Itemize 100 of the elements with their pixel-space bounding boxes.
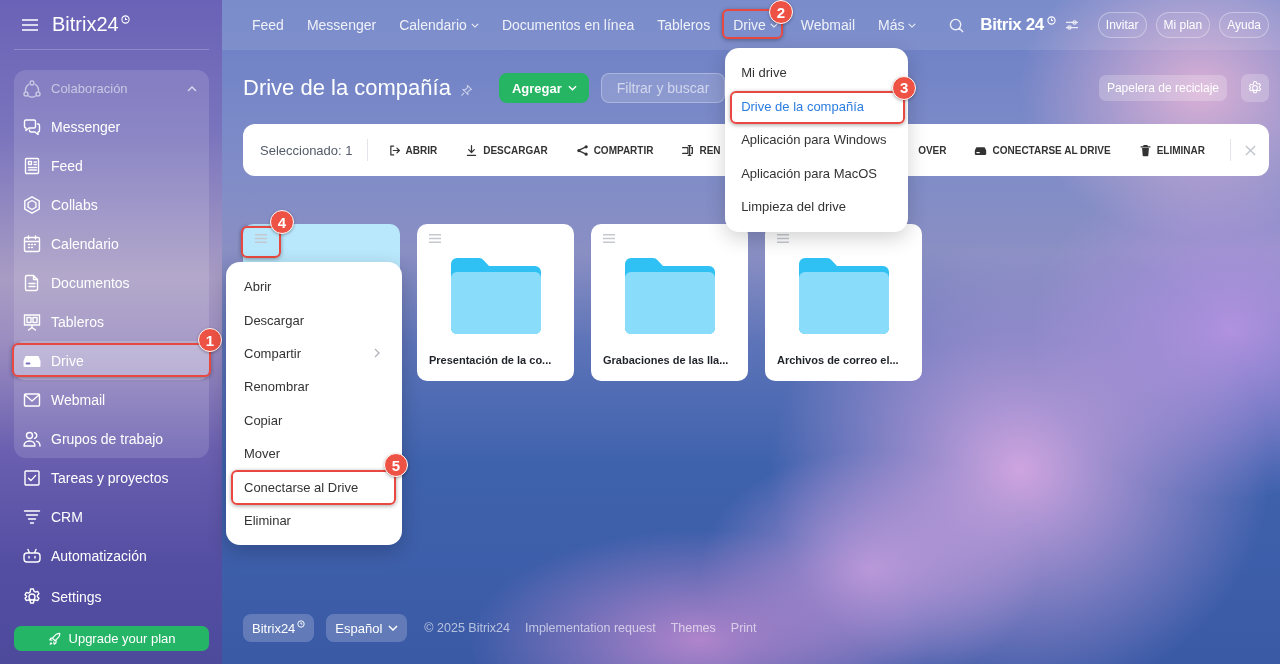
nav-link[interactable]: Tableros (657, 0, 711, 50)
sidebar-item[interactable]: Automatización (14, 536, 209, 575)
page-title: Drive de la compañía (243, 75, 451, 101)
share-icon (575, 143, 589, 157)
logo-button[interactable]: Bitrix24 (243, 614, 315, 642)
menu-icon[interactable] (603, 234, 615, 243)
footer-link[interactable]: Themes (670, 621, 716, 635)
calendar-icon (22, 233, 42, 254)
toolbar-action[interactable]: OVER (918, 144, 947, 156)
toolbar-action[interactable]: REN (681, 143, 721, 157)
rocket-icon (47, 631, 62, 646)
header-button[interactable]: Invitar (1097, 12, 1147, 38)
nav-link[interactable]: Calendario (399, 0, 479, 50)
toolbar-action[interactable]: ELIMINAR (1138, 143, 1205, 157)
gear-icon (1247, 80, 1263, 96)
copyright-text: © 2025 Bitrix24 (424, 621, 510, 635)
chevron-down-icon (470, 22, 479, 28)
selection-count: Seleccionado: 1 (260, 142, 353, 158)
nav-link[interactable]: Webmail (800, 0, 855, 50)
menu-item[interactable]: Mover (226, 436, 285, 471)
folder-icon (798, 258, 889, 334)
nav-link[interactable]: Feed (252, 0, 284, 50)
chevron-down-icon (769, 22, 778, 28)
close-icon[interactable] (1245, 144, 1256, 156)
download-icon (465, 143, 479, 157)
menu-item[interactable]: Compartir (226, 336, 402, 371)
menu-item[interactable]: Conectarse al Drive (226, 470, 363, 504)
folder-name: Presentación de la co... (429, 354, 553, 366)
sidebar-item[interactable]: Tareas y proyectos (14, 458, 209, 497)
pin-icon[interactable] (459, 83, 473, 97)
sliders-icon[interactable] (1064, 19, 1079, 31)
nav-link[interactable]: Más (878, 0, 917, 50)
trash-icon (1138, 143, 1152, 157)
sidebar-item[interactable]: Documentos (14, 263, 209, 302)
header-button[interactable]: Ayuda (1219, 12, 1269, 38)
chevron-down-icon (908, 22, 917, 28)
sidebar-item[interactable]: Collabs (14, 185, 209, 224)
sidebar-item[interactable]: CRM (14, 497, 209, 536)
step-badge: 3 (892, 75, 917, 100)
menu-item[interactable]: Renombrar (226, 370, 314, 404)
step-badge: 4 (270, 210, 294, 234)
hexagon-icon (22, 194, 42, 215)
nav-link[interactable]: Messenger (306, 0, 377, 50)
menu-icon[interactable] (429, 234, 441, 243)
step-badge: 2 (768, 0, 793, 24)
gear-icon (22, 586, 42, 607)
nodes-icon (22, 78, 42, 99)
footer-link[interactable]: Implementation request (525, 621, 656, 635)
step-badge: 1 (198, 328, 222, 352)
folder-icon (450, 258, 541, 334)
toolbar-action[interactable]: ABRIR (387, 143, 438, 157)
logo-text[interactable]: Bitrix 24 (980, 15, 1044, 35)
clock-icon (297, 620, 306, 628)
folder-icon (624, 258, 715, 334)
sidebar-item[interactable]: Settings (14, 577, 209, 616)
sidebar-section-header[interactable]: Colaboración (14, 70, 209, 107)
menu-item[interactable]: Abrir (226, 270, 276, 304)
newspaper-icon (22, 155, 42, 176)
chevron-right-icon (374, 348, 380, 359)
upgrade-button[interactable]: Upgrade your plan (14, 626, 209, 651)
checkbox-icon (22, 467, 42, 488)
language-select[interactable]: Español (326, 614, 408, 642)
logo-text[interactable]: Bitrix24 (52, 13, 119, 36)
toolbar-action[interactable]: COMPARTIR (575, 143, 654, 157)
menu-item[interactable]: Mi drive (725, 56, 791, 90)
footer-link[interactable]: Print (730, 621, 757, 635)
chevron-down-icon (567, 85, 577, 91)
folder-name: Archivos de correo el... (777, 354, 900, 366)
sidebar-item[interactable]: Grupos de trabajo (14, 419, 209, 458)
chevron-down-icon (388, 625, 399, 631)
sidebar-item[interactable]: Messenger (14, 107, 209, 146)
settings-button[interactable] (1241, 74, 1269, 102)
menu-item[interactable]: Descargar (226, 303, 308, 337)
folder-card[interactable]: Presentación de la co... (417, 224, 574, 381)
exit-arrow-icon (387, 143, 401, 157)
chat-bubbles-icon (22, 116, 42, 137)
nav-link[interactable]: Documentos en línea (501, 0, 635, 50)
sidebar-item[interactable]: Feed (14, 146, 209, 185)
folder-card[interactable]: Grabaciones de las lla... (591, 224, 748, 381)
sidebar-item[interactable]: Webmail (14, 380, 209, 419)
text-cursor-icon (681, 143, 695, 157)
menu-item[interactable]: Eliminar (226, 503, 295, 538)
add-button[interactable]: Agregar (498, 73, 589, 103)
folder-card[interactable]: Archivos de correo el... (765, 224, 922, 381)
toolbar-action[interactable]: DESCARGAR (465, 143, 548, 157)
toolbar-action[interactable]: CONECTARSE AL DRIVE (974, 143, 1111, 157)
menu-item[interactable]: Limpieza del drive (725, 190, 850, 224)
step-badge: 5 (384, 453, 408, 478)
folder-name: Grabaciones de las lla... (603, 354, 730, 366)
presentation-board-icon (22, 311, 42, 332)
sidebar-item[interactable]: Calendario (14, 224, 209, 263)
clock-icon (1046, 16, 1056, 25)
menu-item[interactable]: Drive de la compañía (725, 89, 868, 123)
menu-item[interactable]: Aplicación para MacOS (725, 156, 881, 190)
menu-item[interactable]: Copiar (226, 403, 287, 437)
clock-icon (120, 15, 130, 24)
header-button[interactable]: Mi plan (1155, 12, 1211, 38)
search-icon[interactable] (949, 17, 965, 33)
menu-icon[interactable] (777, 234, 789, 243)
menu-item[interactable]: Aplicación para Windows (725, 123, 891, 157)
